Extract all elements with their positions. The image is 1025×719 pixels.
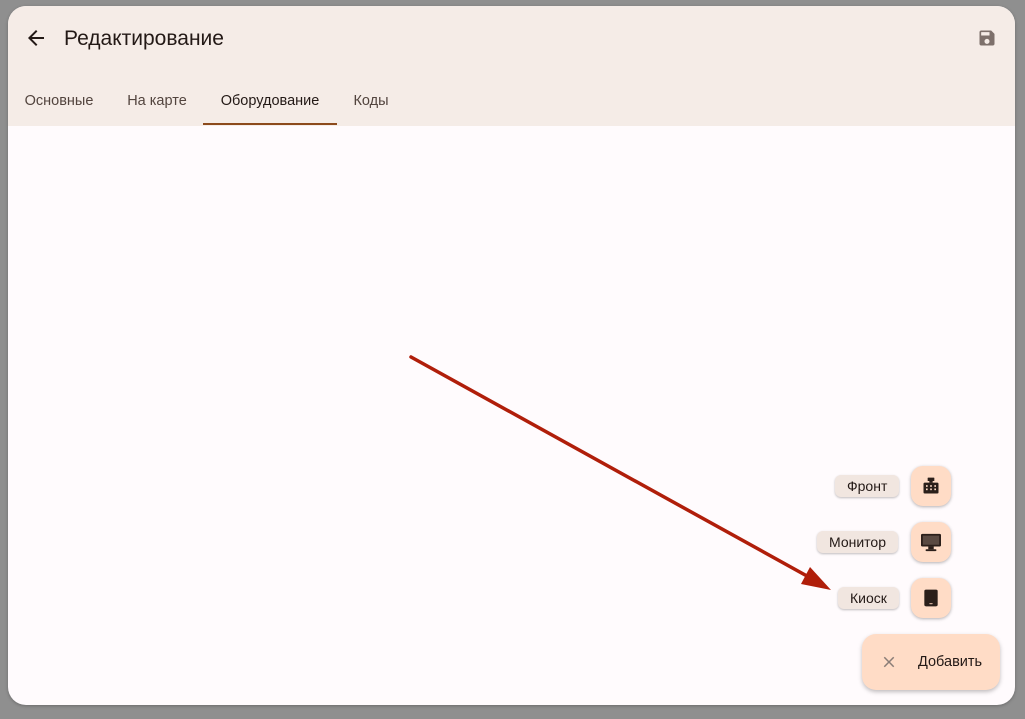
back-button[interactable] xyxy=(22,24,50,52)
tab-on-map[interactable]: На карте xyxy=(116,76,198,126)
cash-register-icon xyxy=(923,477,939,494)
speed-dial-label-monitor[interactable]: Монитор xyxy=(817,531,898,553)
tab-bar: Основные На карте Оборудование Коды xyxy=(8,76,1015,126)
monitor-icon xyxy=(921,533,941,552)
save-icon xyxy=(979,30,995,46)
tab-codes[interactable]: Коды xyxy=(344,76,398,126)
app-window: Редактирование Основные На карте Оборудо… xyxy=(8,6,1015,705)
speed-dial-label-front[interactable]: Фронт xyxy=(835,475,900,497)
speed-dial-button-kiosk[interactable] xyxy=(911,578,951,618)
speed-dial-label-kiosk[interactable]: Киоск xyxy=(838,587,899,609)
speed-dial-button-monitor[interactable] xyxy=(911,522,951,562)
top-app-bar: Редактирование Основные На карте Оборудо… xyxy=(8,6,1015,126)
speed-dial-button-front[interactable] xyxy=(911,466,951,506)
save-button[interactable] xyxy=(974,25,1000,51)
tab-equipment[interactable]: Оборудование xyxy=(203,76,337,126)
close-icon xyxy=(883,656,895,668)
tab-main[interactable]: Основные xyxy=(12,76,106,126)
add-fab-label: Добавить xyxy=(918,654,983,670)
arrow-back-icon xyxy=(28,30,44,46)
active-tab-indicator xyxy=(203,123,337,125)
tablet-icon xyxy=(924,589,938,607)
page-title: Редактирование xyxy=(64,27,224,50)
add-fab-button[interactable]: Добавить xyxy=(862,634,1000,690)
